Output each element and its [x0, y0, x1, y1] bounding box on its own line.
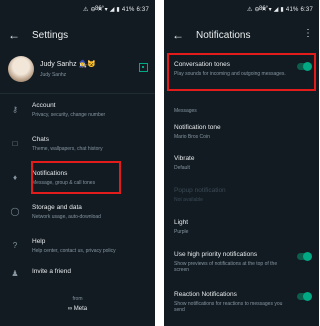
- more-options-icon[interactable]: ⋮: [303, 28, 313, 39]
- help-icon: ?: [12, 241, 18, 250]
- row-label: Use high priority notifications: [174, 251, 258, 258]
- status-bar: 86° ⚠ ⊖ ✕ ▾ ◢ ▮ 41% 6:37: [164, 0, 319, 16]
- reaction-notifications-toggle[interactable]: [297, 292, 312, 301]
- highlight-box: [167, 53, 316, 91]
- qr-code-icon[interactable]: [139, 63, 148, 72]
- footer-meta-logo: ∞ Meta: [67, 306, 88, 312]
- notifications-screen: 86° ⚠ ⊖ ✕ ▾ ◢ ▮ 41% 6:37 ← Notifications…: [164, 0, 319, 326]
- row-label: Notification tone: [174, 124, 221, 131]
- row-subtitle: Mario Bros Coin: [174, 134, 210, 140]
- back-arrow-icon[interactable]: ←: [8, 29, 20, 41]
- settings-item-chats[interactable]: □ Chats Theme, wallpapers, chat history: [0, 132, 155, 160]
- row-label: Reaction Notifications: [174, 291, 237, 298]
- status-icons: ⚠ ⊖ ✕ ▾ ◢ ▮: [247, 7, 284, 13]
- settings-item-invite[interactable]: ♟ Invite a friend: [0, 262, 155, 290]
- item-subtitle: Theme, wallpapers, chat history: [32, 146, 103, 152]
- settings-item-storage[interactable]: ◯ Storage and data Network usage, auto-d…: [0, 200, 155, 228]
- divider: [0, 93, 155, 94]
- status-icons: ⚠ ⊖ ✕ ▾ ◢ ▮: [83, 7, 120, 13]
- app-bar: ← Notifications ⋮: [164, 24, 319, 50]
- profile-row[interactable]: Judy Sanhz 🧙‍♀️😺 Judy Sanhz: [0, 56, 155, 92]
- settings-screen: 86° ⚠ ⊖ ✕ ▾ ◢ ▮ 41% 6:37 ← Settings Judy…: [0, 0, 155, 326]
- item-label: Help: [32, 238, 46, 245]
- row-subtitle: Not available: [174, 197, 203, 203]
- status-time: 6:37: [300, 6, 313, 13]
- settings-item-account[interactable]: ⚷ Account Privacy, security, change numb…: [0, 98, 155, 126]
- item-label: Invite a friend: [32, 268, 72, 275]
- chat-icon: □: [12, 139, 18, 148]
- page-title: Settings: [32, 30, 69, 41]
- key-icon: ⚷: [12, 105, 18, 114]
- profile-name: Judy Sanhz 🧙‍♀️😺: [40, 61, 96, 68]
- profile-about: Judy Sanhz: [40, 72, 67, 78]
- item-label: Storage and data: [32, 204, 82, 211]
- high-priority-toggle[interactable]: [297, 252, 312, 261]
- row-subtitle: Show notifications for reactions to mess…: [174, 301, 283, 313]
- bell-icon: ♦: [12, 173, 18, 182]
- battery-level: 41%: [121, 6, 135, 13]
- item-subtitle: Privacy, security, change number: [32, 112, 106, 118]
- item-label: Account: [32, 102, 56, 109]
- settings-item-help[interactable]: ? Help Help center, contact us, privacy …: [0, 234, 155, 262]
- item-subtitle: Network usage, auto-download: [32, 214, 101, 220]
- highlight-box: [31, 161, 121, 194]
- footer-from: from: [72, 296, 83, 302]
- back-arrow-icon[interactable]: ←: [172, 29, 184, 41]
- app-bar: ← Settings: [0, 24, 155, 50]
- row-subtitle: Show previews of notifications at the to…: [174, 261, 278, 273]
- row-label: Popup notification: [174, 187, 226, 194]
- page-title: Notifications: [196, 30, 251, 41]
- avatar[interactable]: [8, 56, 34, 82]
- row-subtitle: Default: [174, 165, 190, 171]
- item-subtitle: Help center, contact us, privacy policy: [32, 248, 116, 254]
- row-subtitle: Purple: [174, 229, 189, 235]
- status-bar: 86° ⚠ ⊖ ✕ ▾ ◢ ▮ 41% 6:37: [0, 0, 155, 16]
- item-label: Chats: [32, 136, 49, 143]
- section-header: Messages: [174, 108, 197, 114]
- people-icon: ♟: [11, 269, 19, 278]
- status-time: 6:37: [136, 6, 149, 13]
- battery-level: 41%: [285, 6, 299, 13]
- storage-icon: ◯: [10, 207, 20, 216]
- row-label: Light: [174, 219, 189, 226]
- row-label: Vibrate: [174, 155, 195, 162]
